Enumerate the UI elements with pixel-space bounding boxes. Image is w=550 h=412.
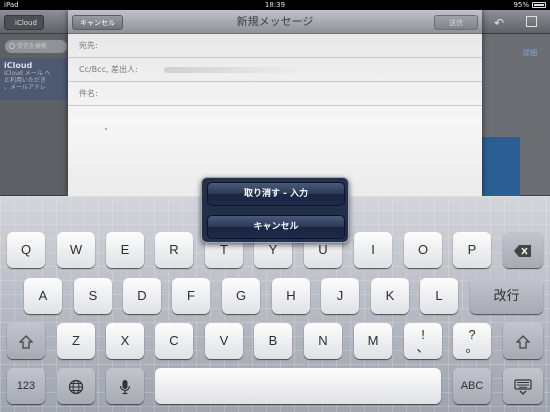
mail-preview: iCloud メール へ と利用いただき 、メールアドレ [4,70,51,91]
mail-list-sidebar: 受信を検索 iCloud iCloud メール へ と利用いただき 、メールアド… [0,34,72,195]
microphone-icon [119,379,131,394]
return-key[interactable]: 改行 [470,278,543,314]
ipad-screen: iPad 18:39 95% iCloud ↶ 受信を検索 iCloud iCl… [0,0,550,412]
globe-icon [68,379,84,394]
backspace-key[interactable] [503,232,543,268]
backspace-icon [514,244,531,257]
key-g[interactable]: G [222,278,260,314]
shift-key-right[interactable] [503,323,543,359]
list-item[interactable]: iCloud iCloud メール へ と利用いただき 、メールアドレ [0,58,72,100]
mail-sender: iCloud [4,61,33,70]
to-label: 宛先: [79,41,98,50]
key-k[interactable]: K [371,278,409,314]
compose-title: 新規メッセージ [236,15,314,28]
key-bottom-char: 。 [465,340,479,355]
compose-icon[interactable] [526,16,537,27]
key-c[interactable]: C [155,323,193,359]
key-o[interactable]: O [404,232,442,268]
key-s[interactable]: S [74,278,112,314]
key-j[interactable]: J [321,278,359,314]
key-i[interactable]: I [354,232,392,268]
compose-cancel-button[interactable]: キャンセル [72,15,123,30]
action-sheet-cancel-button[interactable]: キャンセル [207,215,345,239]
shift-icon [516,334,530,349]
keyboard-dismiss-icon [514,378,532,395]
mailbox-back-button[interactable]: iCloud [4,15,44,30]
numbers-key[interactable]: 123 [7,368,45,404]
key-bottom-char: 、 [416,340,430,355]
details-link[interactable]: 詳細 [523,48,537,58]
subject-label: 件名: [79,89,98,98]
to-field[interactable]: 宛先: [68,34,482,58]
key-x[interactable]: X [106,323,144,359]
cc-bcc-from-field[interactable]: Cc/Bcc, 差出人: [68,58,482,82]
key-d[interactable]: D [123,278,161,314]
key-f[interactable]: F [172,278,210,314]
key-top-char: ? [468,327,476,342]
send-button[interactable]: 送信 [434,15,478,30]
battery-indicator: 95% [513,0,546,10]
key-n[interactable]: N [304,323,342,359]
key-question-period[interactable]: ? 。 [453,323,491,359]
key-m[interactable]: M [354,323,392,359]
key-b[interactable]: B [254,323,292,359]
key-h[interactable]: H [272,278,310,314]
key-p[interactable]: P [453,232,491,268]
reply-icon[interactable]: ↶ [494,16,504,30]
undo-typing-button[interactable]: 取り消す - 入力 [207,182,345,206]
key-a[interactable]: A [24,278,62,314]
search-input[interactable]: 受信を検索 [5,40,67,53]
space-bar[interactable] [155,368,441,404]
sender-address-blurred [164,67,314,73]
key-v[interactable]: V [205,323,243,359]
key-e[interactable]: E [106,232,144,268]
body-cursor [105,128,107,130]
globe-key[interactable] [57,368,95,404]
attachment-thumbnail [480,137,520,197]
key-q[interactable]: Q [7,232,45,268]
abc-key[interactable]: ABC [453,368,491,404]
shift-icon [19,334,33,349]
shift-key-left[interactable] [7,323,45,359]
compose-toolbar: 新規メッセージ キャンセル 送信 [68,10,482,34]
key-w[interactable]: W [57,232,95,268]
undo-action-sheet: 取り消す - 入力 キャンセル [201,177,349,243]
key-l[interactable]: L [420,278,458,314]
key-r[interactable]: R [155,232,193,268]
battery-icon [532,2,546,8]
compose-sheet: 新規メッセージ キャンセル 送信 宛先: Cc/Bcc, 差出人: 件名: [68,10,482,196]
battery-percent: 95% [513,1,529,9]
clock: 18:39 [264,1,286,9]
key-exclamation-comma[interactable]: ! 、 [404,323,442,359]
subject-field[interactable]: 件名: [68,82,482,106]
dictation-key[interactable] [106,368,144,404]
dismiss-keyboard-key[interactable] [503,368,543,404]
key-top-char: ! [421,327,425,342]
key-z[interactable]: Z [57,323,95,359]
status-bar: iPad 18:39 95% [0,0,550,10]
cc-label: Cc/Bcc, 差出人: [79,65,138,74]
